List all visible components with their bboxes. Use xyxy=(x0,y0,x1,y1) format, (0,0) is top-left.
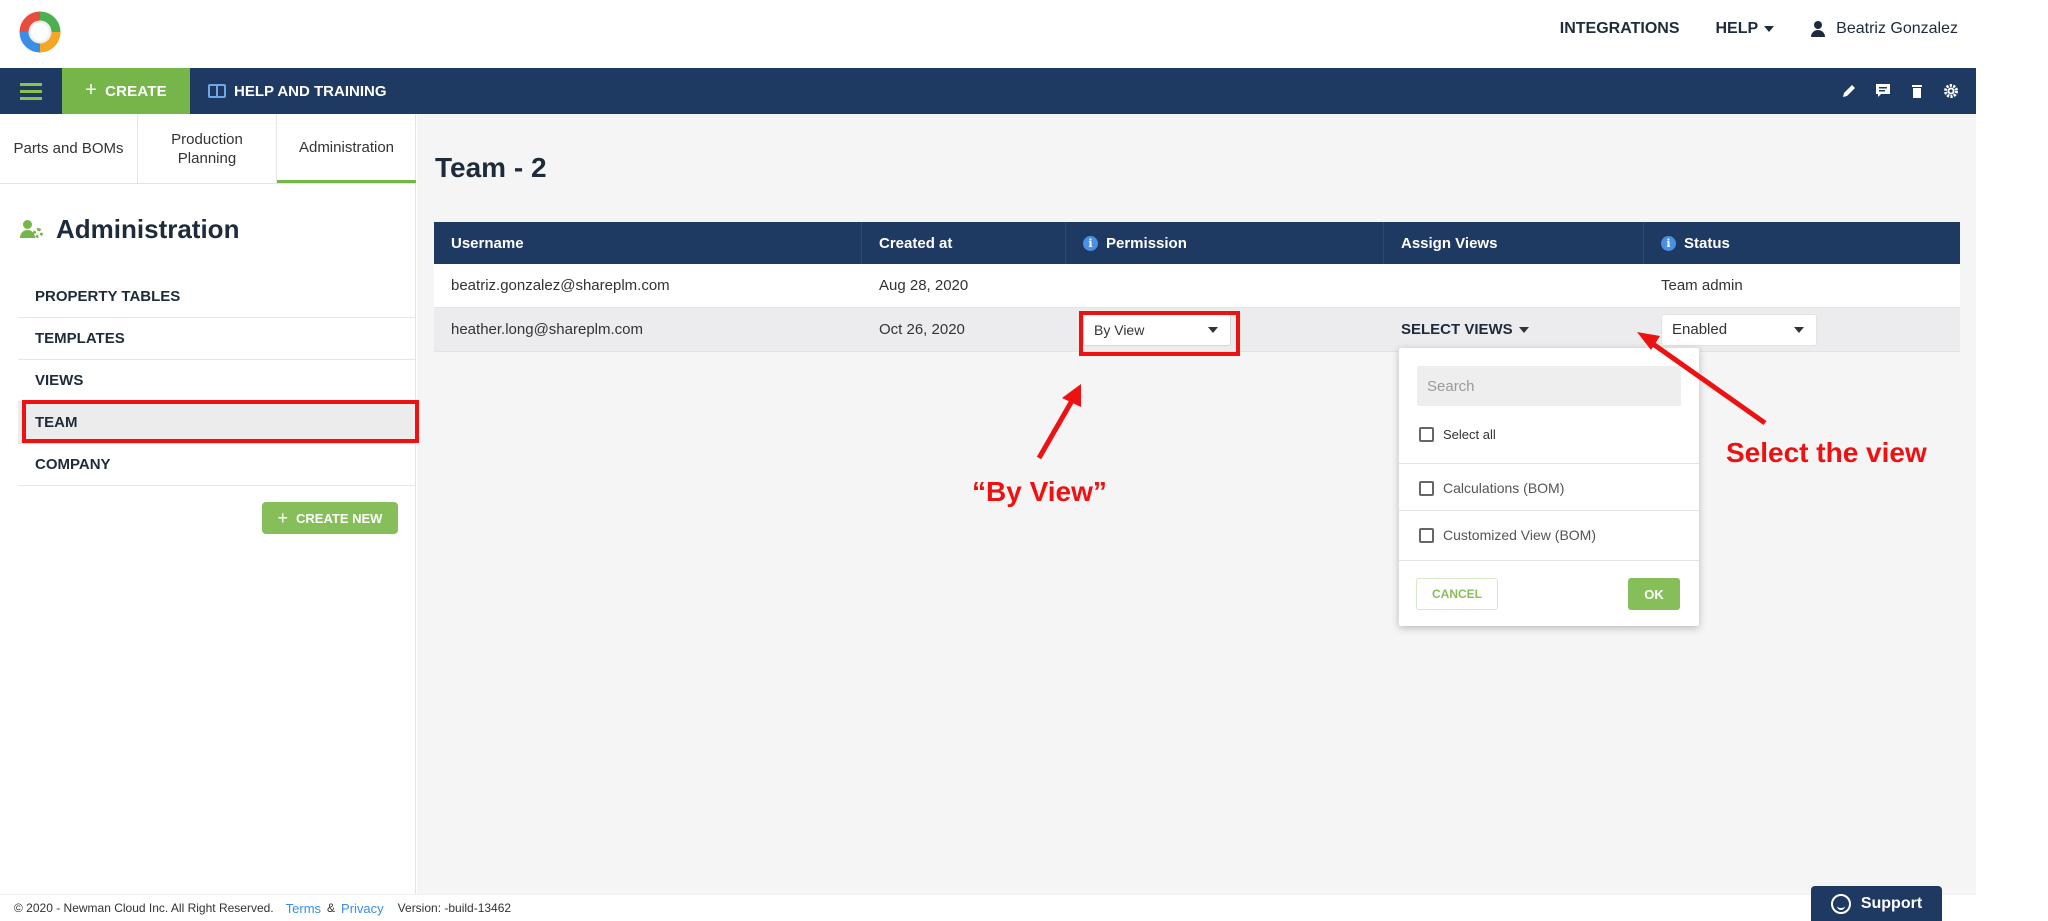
tab-production-planning-label: Production Planning xyxy=(171,130,243,167)
info-icon[interactable]: i xyxy=(1083,235,1098,251)
table-row[interactable]: beatriz.gonzalez@shareplm.com Aug 28, 20… xyxy=(434,264,1960,308)
view-option[interactable]: Calculations (BOM) xyxy=(1419,480,1564,496)
column-header-status-label: Status xyxy=(1684,234,1730,252)
select-all-checkbox[interactable] xyxy=(1419,427,1434,442)
view-option-label: Calculations (BOM) xyxy=(1443,480,1565,496)
create-label: CREATE xyxy=(105,82,167,100)
create-new-label: CREATE NEW xyxy=(296,510,383,526)
column-header-status[interactable]: i Status xyxy=(1644,222,1960,264)
column-header-created-at[interactable]: Created at xyxy=(862,222,1066,264)
main-content: Team - 2 Username Created at i Permissio… xyxy=(417,114,1976,894)
plus-icon: + xyxy=(277,507,289,528)
plus-icon: + xyxy=(85,78,98,101)
footer-ampersand: & xyxy=(327,901,336,915)
divider xyxy=(1399,463,1699,464)
top-nav: INTEGRATIONS HELP Beatriz Gonzalez xyxy=(1560,20,1958,38)
chevron-down-icon xyxy=(1518,326,1529,333)
cell-assign-views xyxy=(1384,264,1644,307)
admin-settings-icon xyxy=(20,219,44,241)
select-views-label: SELECT VIEWS xyxy=(1401,321,1513,338)
toolbar-icons xyxy=(1840,68,1960,114)
nav-help-label: HELP xyxy=(1715,20,1759,37)
select-all-label: Select all xyxy=(1443,427,1496,442)
cell-username: beatriz.gonzalez@shareplm.com xyxy=(451,277,670,294)
column-header-username[interactable]: Username xyxy=(434,222,862,264)
sidebar-item-views[interactable]: VIEWS xyxy=(18,360,416,402)
help-training-label: HELP AND TRAINING xyxy=(234,82,387,100)
chevron-down-icon xyxy=(1764,26,1775,32)
view-option-checkbox[interactable] xyxy=(1419,527,1434,543)
terms-link[interactable]: Terms xyxy=(286,901,321,916)
column-header-permission-label: Permission xyxy=(1106,234,1187,252)
nav-integrations[interactable]: INTEGRATIONS xyxy=(1560,20,1680,38)
annotation-by-view: “By View” xyxy=(972,476,1107,507)
cell-username: heather.long@shareplm.com xyxy=(451,321,643,338)
column-header-permission[interactable]: i Permission xyxy=(1066,222,1384,264)
status-select-value: Enabled xyxy=(1672,321,1728,338)
sidebar-title-text: Administration xyxy=(56,214,240,244)
view-option[interactable]: Customized View (BOM) xyxy=(1419,527,1596,543)
module-tabs: Parts and BOMs Production Planning Admin… xyxy=(0,114,416,184)
view-option-checkbox[interactable] xyxy=(1419,480,1434,496)
app-window: INTEGRATIONS HELP Beatriz Gonzalez + CRE… xyxy=(0,0,1976,921)
ok-button[interactable]: OK xyxy=(1628,578,1680,610)
cell-created-at: Aug 28, 2020 xyxy=(879,277,969,294)
top-header: INTEGRATIONS HELP Beatriz Gonzalez xyxy=(0,0,1976,68)
annotation-highlight-team xyxy=(22,400,419,443)
footer-copyright: © 2020 - Newman Cloud Inc. All Right Res… xyxy=(14,901,274,915)
tab-parts-and-boms[interactable]: Parts and BOMs xyxy=(0,114,138,183)
table-header: Username Created at i Permission Assign … xyxy=(434,222,1960,264)
admin-menu: PROPERTY TABLES TEMPLATES VIEWS TEAM COM… xyxy=(18,276,416,486)
select-views-button[interactable]: SELECT VIEWS xyxy=(1401,321,1529,338)
user-name: Beatriz Gonzalez xyxy=(1836,20,1958,37)
user-menu[interactable]: Beatriz Gonzalez xyxy=(1810,20,1958,38)
tab-production-planning[interactable]: Production Planning xyxy=(138,114,277,183)
support-icon xyxy=(1830,893,1851,914)
annotation-select-view: Select the view xyxy=(1726,437,1927,468)
create-new-button[interactable]: + CREATE NEW xyxy=(262,502,398,534)
user-icon xyxy=(1810,21,1826,37)
company-logo[interactable] xyxy=(16,8,64,56)
tab-administration[interactable]: Administration xyxy=(277,114,416,183)
hamburger-icon xyxy=(20,89,42,93)
book-icon xyxy=(208,84,226,98)
cell-assign-views: SELECT VIEWS xyxy=(1384,308,1644,351)
cell-status: Enabled xyxy=(1644,308,1960,351)
footer: © 2020 - Newman Cloud Inc. All Right Res… xyxy=(0,894,1976,921)
comment-icon[interactable] xyxy=(1874,82,1892,100)
support-button[interactable]: Support xyxy=(1811,886,1942,921)
select-views-popup: Select all Calculations (BOM) Customized… xyxy=(1399,348,1699,626)
chevron-down-icon xyxy=(1794,326,1804,333)
cell-created-at: Oct 26, 2020 xyxy=(879,321,965,338)
select-all-option[interactable]: Select all xyxy=(1419,427,1496,442)
privacy-link[interactable]: Privacy xyxy=(341,901,384,916)
left-panel: Parts and BOMs Production Planning Admin… xyxy=(0,114,416,894)
column-header-assign-views[interactable]: Assign Views xyxy=(1384,222,1644,264)
hamburger-menu-button[interactable] xyxy=(0,68,62,114)
status-select[interactable]: Enabled xyxy=(1661,313,1817,346)
cancel-button[interactable]: CANCEL xyxy=(1416,578,1498,610)
sidebar-item-property-tables[interactable]: PROPERTY TABLES xyxy=(18,276,416,318)
footer-version: Version: -build-13462 xyxy=(397,901,512,915)
views-search-input[interactable] xyxy=(1417,366,1681,406)
trash-icon[interactable] xyxy=(1908,82,1926,100)
create-button[interactable]: + CREATE xyxy=(62,68,190,114)
gear-icon[interactable] xyxy=(1942,82,1960,100)
view-option-label: Customized View (BOM) xyxy=(1443,527,1597,543)
sidebar-title: Administration xyxy=(20,214,239,245)
annotation-highlight-permission xyxy=(1079,311,1240,356)
pencil-icon[interactable] xyxy=(1840,82,1858,100)
page-title: Team - 2 xyxy=(435,152,547,183)
cell-permission xyxy=(1066,264,1384,307)
divider xyxy=(1399,510,1699,511)
divider xyxy=(1399,560,1699,561)
info-icon[interactable]: i xyxy=(1661,235,1676,251)
action-bar: + CREATE HELP AND TRAINING xyxy=(0,68,1976,114)
help-and-training-button[interactable]: HELP AND TRAINING xyxy=(190,68,387,114)
nav-help-menu[interactable]: HELP xyxy=(1715,20,1775,38)
cell-status: Team admin xyxy=(1661,277,1743,294)
support-label: Support xyxy=(1860,894,1923,912)
sidebar-item-company[interactable]: COMPANY xyxy=(18,444,416,486)
sidebar-item-templates[interactable]: TEMPLATES xyxy=(18,318,416,360)
